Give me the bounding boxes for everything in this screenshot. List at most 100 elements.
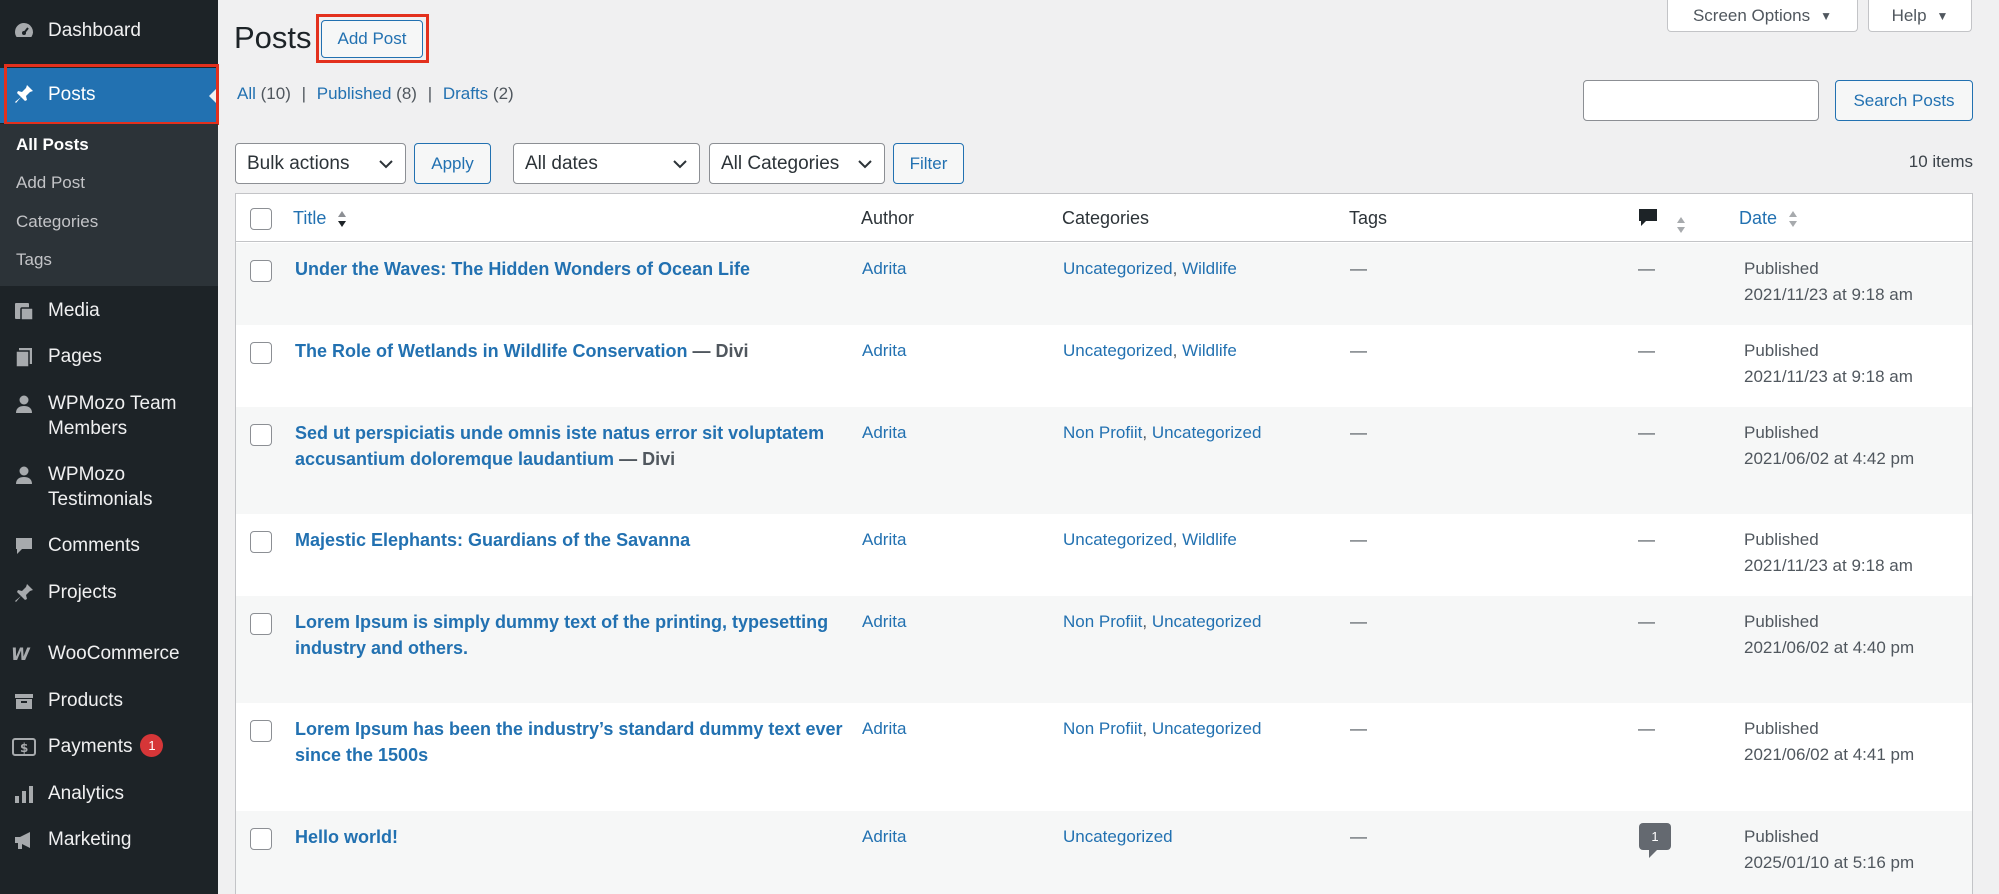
category-link[interactable]: Uncategorized [1063,530,1173,549]
category-link[interactable]: Non Profiit [1063,423,1142,442]
row-checkbox[interactable] [250,828,272,850]
date-cell: Published 2021/06/02 at 4:41 pm [1744,719,1915,764]
tags-cell: — [1350,719,1367,738]
row-checkbox[interactable] [250,720,272,742]
menu-item-products[interactable]: Products [0,688,218,716]
post-title-link[interactable]: The Role of Wetlands in Wildlife Conserv… [295,338,855,364]
categories-cell: Non Profiit, Uncategorized [1063,719,1262,738]
menu-item-payments[interactable]: $ Payments 1 [0,734,218,762]
submenu-tags[interactable]: Tags [16,250,52,270]
search-posts-button[interactable]: Search Posts [1835,80,1973,121]
post-title-link[interactable]: Sed ut perspiciatis unde omnis iste natu… [295,420,855,472]
menu-item-comments[interactable]: Comments [0,533,218,561]
category-link[interactable]: Uncategorized [1152,612,1262,631]
search-input[interactable] [1583,80,1819,121]
category-link[interactable]: Wildlife [1182,530,1237,549]
table-row: Lorem Ipsum is simply dummy text of the … [236,596,1972,703]
dates-select[interactable]: All dates [513,143,700,184]
post-title-link[interactable]: Lorem Ipsum has been the industry’s stan… [295,716,855,768]
tags-cell: — [1350,423,1367,442]
menu-item-projects[interactable]: Projects [0,580,218,608]
date-cell: Published 2021/06/02 at 4:42 pm [1744,423,1915,468]
sort-icon [1789,211,1798,228]
menu-item-wpmozo-testimonials[interactable]: WPMozo Testimonials [0,462,218,516]
filter-drafts-link[interactable]: Drafts [443,84,488,103]
submenu-all-posts[interactable]: All Posts [16,135,89,155]
screen-options-label: Screen Options [1692,5,1811,25]
archive-icon [11,688,37,714]
category-link[interactable]: Uncategorized [1063,341,1173,360]
author-link[interactable]: Adrita [862,420,906,446]
filter-all-link[interactable]: All [237,84,256,103]
admin-sidebar: Dashboard Posts All Posts Add Post Categ… [0,0,219,894]
author-link[interactable]: Adrita [862,609,906,635]
date-cell: Published 2021/06/02 at 4:40 pm [1744,612,1915,657]
annotation-highlight [316,14,429,63]
row-checkbox[interactable] [250,260,272,282]
help-button[interactable]: Help ▼ [1868,0,1972,32]
comments-column-icon [1639,209,1657,226]
table-row: Sed ut perspiciatis unde omnis iste natu… [236,407,1972,514]
chevron-down-icon [673,159,687,168]
post-title-link[interactable]: Under the Waves: The Hidden Wonders of O… [295,256,855,282]
select-all-checkbox[interactable] [250,208,272,230]
column-title-header[interactable]: Title [293,208,347,229]
category-link[interactable]: Uncategorized [1063,827,1173,846]
author-link[interactable]: Adrita [862,824,906,850]
menu-label: Products [48,690,123,711]
author-link[interactable]: Adrita [862,256,906,282]
categories-cell: Uncategorized, Wildlife [1063,259,1237,278]
menu-item-marketing[interactable]: Marketing [0,827,218,855]
menu-item-woocommerce[interactable]: W WooCommerce [0,641,218,669]
menu-item-wpmozo-team-members[interactable]: WPMozo Team Members [0,391,218,445]
categories-cell: Uncategorized, Wildlife [1063,341,1237,360]
media-icon [11,298,37,324]
author-link[interactable]: Adrita [862,527,906,553]
author-link[interactable]: Adrita [862,716,906,742]
post-status-filters: All (10) | Published (8) | Drafts (2) [237,84,514,104]
post-title-link[interactable]: Hello world! [295,824,855,850]
posts-submenu: All Posts Add Post Categories Tags [0,124,218,286]
category-link[interactable]: Non Profiit [1063,612,1142,631]
submenu-categories[interactable]: Categories [16,212,98,232]
menu-item-analytics[interactable]: Analytics [0,781,218,809]
column-date-header[interactable]: Date [1739,208,1798,229]
categories-cell: Non Profiit, Uncategorized [1063,612,1262,631]
apply-button[interactable]: Apply [414,143,491,184]
row-checkbox[interactable] [250,613,272,635]
menu-label: Comments [48,535,140,556]
category-link[interactable]: Uncategorized [1152,423,1262,442]
post-title-link[interactable]: Lorem Ipsum is simply dummy text of the … [295,609,855,661]
svg-text:$: $ [20,741,28,755]
posts-table: Title Author Categories Tags Date Under … [235,193,1973,894]
row-checkbox[interactable] [250,531,272,553]
menu-item-pages[interactable]: Pages [0,344,218,372]
column-comments-header[interactable] [1637,206,1686,235]
categories-cell: Non Profiit, Uncategorized [1063,423,1262,442]
menu-item-media[interactable]: Media [0,298,218,326]
submenu-add-post[interactable]: Add Post [16,173,85,193]
comments-cell: — [1638,341,1655,360]
author-link[interactable]: Adrita [862,338,906,364]
category-link[interactable]: Wildlife [1182,341,1237,360]
dates-value: All dates [525,152,598,174]
screen-options-button[interactable]: Screen Options ▼ [1667,0,1858,32]
category-link[interactable]: Uncategorized [1063,259,1173,278]
category-link[interactable]: Uncategorized [1152,719,1262,738]
filter-button[interactable]: Filter [893,143,964,184]
filter-published-link[interactable]: Published [317,84,392,103]
bulk-actions-select[interactable]: Bulk actions [235,143,406,184]
category-link[interactable]: Non Profiit [1063,719,1142,738]
caret-down-icon: ▼ [1820,8,1833,23]
category-link[interactable]: Wildlife [1182,259,1237,278]
menu-label: Pages [48,346,102,367]
filter-count: (2) [492,84,514,103]
menu-item-dashboard[interactable]: Dashboard [0,18,218,48]
user-icon [11,462,37,488]
categories-select[interactable]: All Categories [709,143,885,184]
comment-count-bubble[interactable]: 1 [1639,823,1671,858]
row-checkbox[interactable] [250,342,272,364]
post-title-link[interactable]: Majestic Elephants: Guardians of the Sav… [295,527,855,553]
row-checkbox[interactable] [250,424,272,446]
comments-cell: — [1638,612,1655,631]
